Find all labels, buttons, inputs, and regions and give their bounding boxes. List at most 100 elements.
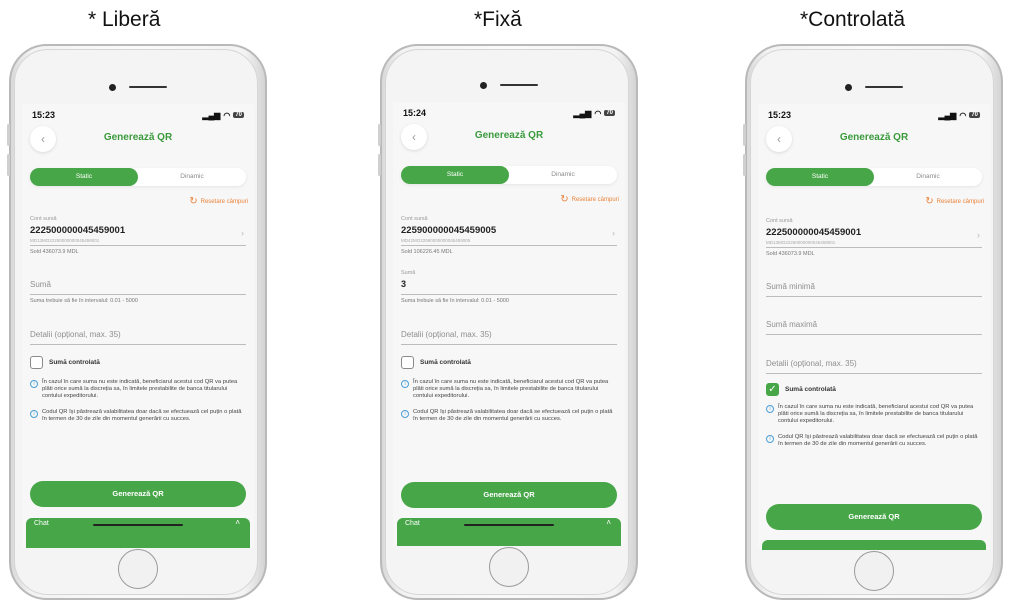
chevron-right-icon[interactable]: ›	[612, 228, 615, 238]
signal-icon: ▂▄▆	[202, 110, 221, 120]
chat-bar[interactable]: Chat ˄	[397, 518, 621, 546]
reset-label: Resetare câmpuri	[571, 196, 619, 203]
chat-bar[interactable]	[762, 540, 986, 550]
controlled-amount-label: Sumă controlată	[49, 359, 100, 366]
status-time: 15:23	[32, 110, 56, 120]
account-label: Cont sursă	[766, 218, 793, 224]
info-icon: i	[30, 380, 38, 388]
home-button[interactable]	[854, 551, 894, 591]
speaker-grille	[129, 86, 167, 88]
home-button[interactable]	[118, 549, 158, 589]
account-label: Cont sursă	[401, 216, 428, 222]
battery-icon: 70	[604, 110, 615, 116]
tab-dynamic[interactable]: Dinamic	[138, 168, 246, 186]
home-button[interactable]	[489, 547, 529, 587]
tab-bar: Static Dinamic	[401, 166, 617, 184]
field-underline	[766, 334, 982, 335]
info-note-amount: i În cazul în care suma nu este indicată…	[401, 379, 617, 401]
info-note-validity: i Codul QR își păstrează valabilitatea d…	[401, 409, 617, 423]
info-note-validity: i Codul QR își păstrează valabilitatea d…	[766, 434, 982, 448]
controlled-amount-checkbox[interactable]	[401, 356, 414, 369]
reset-label: Resetare câmpuri	[200, 198, 248, 205]
camera-icon	[845, 84, 852, 91]
page-title: Generează QR	[103, 132, 173, 143]
volume-button	[743, 154, 746, 176]
volume-button	[378, 124, 381, 146]
balance: Sold 436073.9 MDL	[30, 249, 79, 255]
account-number[interactable]: 222500000045459001	[766, 227, 861, 238]
info-icon: i	[766, 435, 774, 443]
field-underline	[30, 245, 246, 246]
info-icon: i	[401, 380, 409, 388]
account-label: Cont sursă	[30, 216, 57, 222]
info-text-amount: În cazul în care suma nu este indicată, …	[778, 404, 974, 425]
controlled-amount-checkbox[interactable]	[30, 356, 43, 369]
details-input[interactable]: Detalii (opțional, max. 35)	[401, 330, 492, 339]
tab-static[interactable]: Static	[30, 168, 138, 186]
wifi-icon: ◠	[959, 110, 967, 120]
camera-icon	[480, 82, 487, 89]
balance: Sold 436073.9 MDL	[766, 251, 815, 257]
field-underline	[766, 247, 982, 248]
tab-static[interactable]: Static	[766, 168, 874, 186]
controlled-amount-checkbox[interactable]: ✓	[766, 383, 779, 396]
info-icon: i	[766, 405, 774, 413]
screen: 15:23 ▂▄▆ ◠ 70 ‹ Generează QR Static Din…	[758, 104, 990, 550]
amount-input[interactable]: Sumă	[30, 280, 51, 289]
chat-bar[interactable]: Chat ˄	[26, 518, 250, 548]
phone-controlata: 15:23 ▂▄▆ ◠ 70 ‹ Generează QR Static Din…	[743, 44, 1003, 602]
reset-fields-button[interactable]: ↻ Resetare câmpuri	[189, 196, 248, 207]
field-underline	[401, 344, 617, 345]
signal-icon: ▂▄▆	[938, 110, 957, 120]
info-text-validity: Codul QR își păstrează valabilitatea doa…	[778, 434, 978, 448]
generate-qr-button[interactable]: Generează QR	[766, 504, 982, 530]
page-title: Generează QR	[839, 132, 909, 143]
speaker-grille	[500, 84, 538, 86]
max-amount-input[interactable]: Sumă maximă	[766, 320, 817, 329]
status-bar: 15:23 ▂▄▆ ◠ 70	[32, 108, 244, 122]
tab-dynamic[interactable]: Dinamic	[509, 166, 617, 184]
chat-label: Chat	[34, 520, 49, 527]
account-number[interactable]: 222500000045459001	[30, 225, 125, 236]
screen: 15:24 ▂▄▆ ◠ 70 ‹ Generează QR Static Din…	[393, 102, 625, 546]
info-text-amount: În cazul în care suma nu este indicată, …	[42, 379, 238, 400]
info-note-amount: i În cazul în care suma nu este indicată…	[30, 379, 246, 401]
generate-qr-button[interactable]: Generează QR	[30, 481, 246, 507]
amount-label: Sumă	[401, 270, 416, 276]
volume-button	[743, 124, 746, 146]
tab-dynamic[interactable]: Dinamic	[874, 168, 982, 186]
refresh-icon: ↻	[925, 196, 934, 207]
refresh-icon: ↻	[189, 196, 198, 207]
chevron-up-icon: ˄	[606, 518, 611, 527]
info-text-validity: Codul QR își păstrează valabilitatea doa…	[413, 409, 613, 423]
info-text-amount: În cazul în care suma nu este indicată, …	[413, 379, 609, 400]
amount-input[interactable]: 3	[401, 279, 406, 289]
info-note-validity: i Codul QR își păstrează valabilitatea d…	[30, 409, 246, 423]
min-amount-input[interactable]: Sumă minimă	[766, 282, 815, 291]
home-indicator	[464, 524, 554, 526]
home-indicator	[93, 524, 183, 526]
tab-static[interactable]: Static	[401, 166, 509, 184]
signal-icon: ▂▄▆	[573, 108, 592, 118]
page-title: Generează QR	[474, 130, 544, 141]
info-icon: i	[30, 410, 38, 418]
field-underline	[30, 294, 246, 295]
chevron-right-icon[interactable]: ›	[977, 230, 980, 240]
header: ‹ Generează QR	[393, 124, 625, 150]
chevron-right-icon[interactable]: ›	[241, 228, 244, 238]
field-underline	[766, 296, 982, 297]
reset-fields-button[interactable]: ↻ Resetare câmpuri	[560, 194, 619, 205]
info-note-amount: i În cazul în care suma nu este indicată…	[766, 404, 982, 426]
volume-button	[7, 124, 10, 146]
controlled-amount-label: Sumă controlată	[420, 359, 471, 366]
details-input[interactable]: Detalii (opțional, max. 35)	[766, 359, 857, 368]
account-number[interactable]: 225900000045459005	[401, 225, 496, 236]
reset-fields-button[interactable]: ↻ Resetare câmpuri	[925, 196, 984, 207]
generate-qr-button[interactable]: Generează QR	[401, 482, 617, 508]
phone-libera: 15:23 ▂▄▆ ◠ 70 ‹ Generează QR Static Din…	[7, 44, 267, 602]
caption-controlata: *Controlată	[800, 8, 906, 31]
phone-fixa: 15:24 ▂▄▆ ◠ 70 ‹ Generează QR Static Din…	[378, 44, 638, 602]
info-icon: i	[401, 410, 409, 418]
details-input[interactable]: Detalii (opțional, max. 35)	[30, 330, 121, 339]
field-underline	[401, 294, 617, 295]
